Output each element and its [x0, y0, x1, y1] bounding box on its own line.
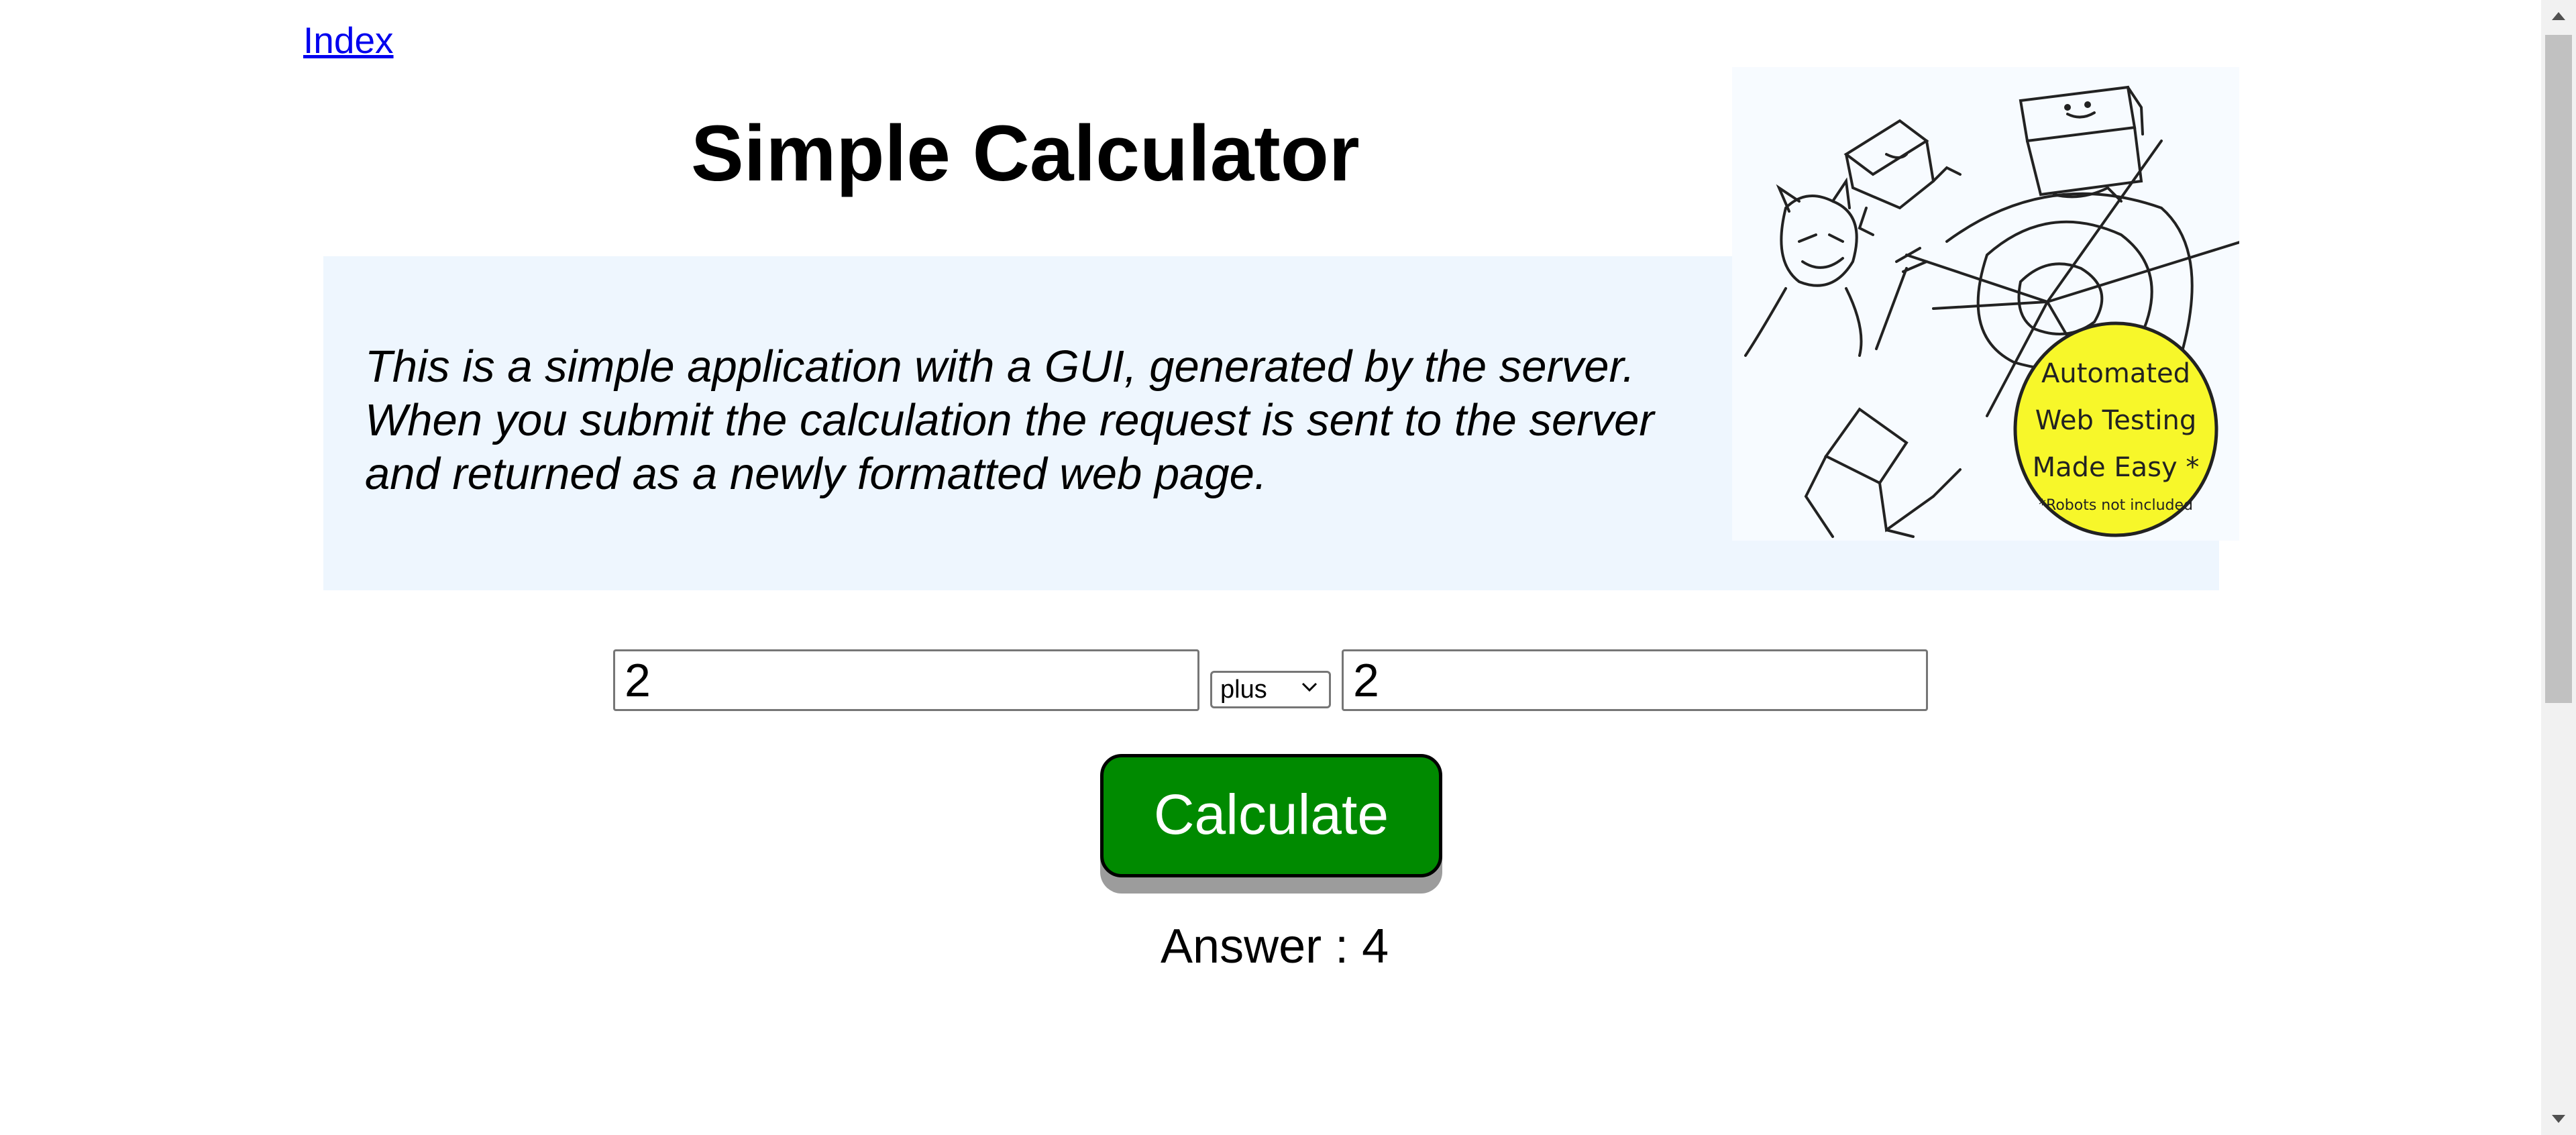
answer-text: Answer : 4 [1161, 920, 1389, 973]
calculate-button[interactable]: Calculate [1100, 754, 1442, 877]
operator-select[interactable]: plus [1210, 671, 1331, 708]
intro-line-2: When you submit the calculation the requ… [365, 395, 1654, 445]
intro-line-3: and returned as a newly formatted web pa… [365, 449, 1267, 499]
automated-web-testing-logo: Automated Web Testing Made Easy * *Robot… [1732, 67, 2239, 541]
scroll-down-arrow-icon[interactable] [2549, 1110, 2568, 1128]
page: Index Simple Calculator This is a simple… [0, 0, 2576, 1135]
index-link[interactable]: Index [303, 19, 394, 62]
intro-text: This is a simple application with a GUI,… [365, 340, 1733, 501]
vertical-scrollbar[interactable] [2541, 0, 2576, 1135]
calculator-form: plus [613, 649, 1928, 715]
logo-footnote: *Robots not included [2039, 497, 2193, 514]
scroll-up-arrow-icon[interactable] [2549, 7, 2568, 25]
scrollbar-thumb[interactable] [2545, 35, 2572, 703]
intro-line-1: This is a simple application with a GUI,… [365, 341, 1635, 392]
logo-text-line-2: Web Testing [2035, 405, 2197, 436]
chevron-down-icon [1301, 682, 1318, 692]
logo-text-line-3: Made Easy * [2033, 452, 2200, 483]
logo-text-line-1: Automated [2041, 358, 2190, 389]
operator-selected-value: plus [1220, 675, 1267, 704]
first-number-input[interactable] [613, 649, 1199, 711]
second-number-input[interactable] [1342, 649, 1928, 711]
page-title: Simple Calculator [691, 109, 1360, 198]
